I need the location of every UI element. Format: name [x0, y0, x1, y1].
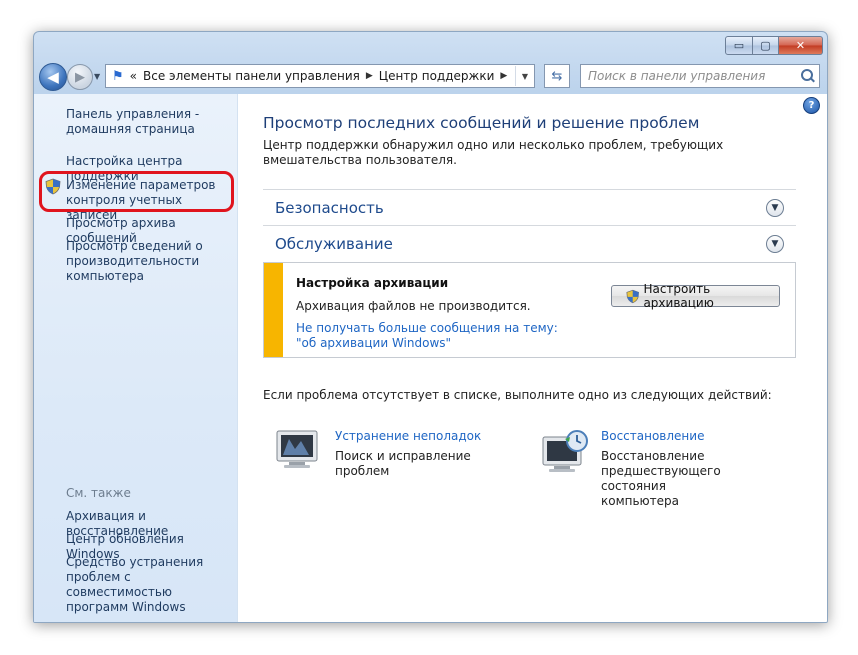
setup-backup-button[interactable]: Настроить архивацию [611, 282, 780, 310]
recovery-description: Восстановление предшествующего состояния… [601, 449, 721, 508]
warning-stripe [264, 263, 283, 357]
refresh-icon: ⇆ [551, 68, 563, 84]
breadcrumb-overflow[interactable]: « [130, 69, 137, 83]
search-box[interactable]: Поиск в панели управления [580, 64, 820, 88]
other-actions-text: Если проблема отсутствует в списке, выпо… [263, 388, 772, 402]
troubleshoot-monitor-icon[interactable] [275, 429, 321, 471]
sidebar-link-compatibility[interactable]: Средство устранения проблем с совместимо… [66, 555, 236, 615]
sidebar-link-performance[interactable]: Просмотр сведений о производительности к… [66, 239, 236, 284]
intro-text: Центр поддержки обнаружил одно или неско… [263, 138, 724, 167]
restore-monitor-clock-icon[interactable] [541, 429, 591, 475]
highlight-annotation [39, 171, 234, 212]
breadcrumb-separator-icon[interactable]: ▶ [366, 71, 373, 81]
chevron-down-icon[interactable]: ▼ [766, 235, 784, 253]
troubleshooting-description: Поиск и исправление проблем [335, 449, 471, 478]
uac-shield-icon [626, 289, 639, 303]
control-panel-window: ▭ ▢ ✕ ◀ ▶ ▼ ⚑ « Все элементы панели упра… [33, 31, 828, 623]
page-title: Просмотр последних сообщений и решение п… [263, 114, 700, 132]
address-dropdown-icon[interactable]: ▼ [515, 66, 534, 86]
search-input[interactable]: Поиск в панели управления [588, 69, 765, 83]
refresh-button[interactable]: ⇆ [544, 64, 570, 88]
backup-message-card: Настройка архивации Архивация файлов не … [263, 262, 796, 358]
section-maintenance[interactable]: Обслуживание ▼ [263, 225, 796, 260]
maximize-button[interactable]: ▢ [753, 36, 779, 55]
control-panel-flag-icon: ⚑ [112, 68, 124, 84]
address-bar[interactable]: ⚑ « Все элементы панели управления ▶ Цен… [105, 64, 535, 88]
arrow-left-icon: ◀ [47, 68, 59, 86]
navigation-bar: ◀ ▶ ▼ ⚑ « Все элементы панели управления… [34, 61, 827, 91]
sidebar-link-home[interactable]: Панель управления - домашняя страница [66, 107, 236, 137]
close-button[interactable]: ✕ [779, 36, 823, 55]
main-panel: Просмотр последних сообщений и решение п… [263, 94, 827, 622]
arrow-right-icon: ▶ [75, 69, 85, 85]
breadcrumb-action-center[interactable]: Центр поддержки [379, 69, 495, 83]
section-security[interactable]: Безопасность ▼ [263, 189, 796, 224]
content-area: Панель управления - домашняя страница На… [34, 94, 827, 622]
recovery-link[interactable]: Восстановление [601, 429, 704, 443]
history-dropdown-icon[interactable]: ▼ [94, 72, 100, 81]
breadcrumb-all-items[interactable]: Все элементы панели управления [143, 69, 360, 83]
forward-button[interactable]: ▶ [67, 64, 93, 90]
message-text: Архивация файлов не производится. [296, 299, 531, 313]
troubleshooting-link[interactable]: Устранение неполадок [335, 429, 481, 443]
minimize-button[interactable]: ▭ [725, 36, 753, 55]
breadcrumb-separator-icon[interactable]: ▶ [500, 71, 507, 81]
sidebar: Панель управления - домашняя страница На… [34, 94, 238, 622]
section-security-title[interactable]: Безопасность [275, 199, 384, 217]
message-title: Настройка архивации [296, 276, 449, 290]
chevron-down-icon[interactable]: ▼ [766, 199, 784, 217]
see-also-heading: См. также [66, 486, 131, 500]
search-icon[interactable] [801, 69, 815, 83]
section-maintenance-title[interactable]: Обслуживание [275, 235, 393, 253]
turn-off-messages-link[interactable]: Не получать больше сообщения на тему: "о… [296, 321, 566, 351]
caption-buttons: ▭ ▢ ✕ [725, 36, 823, 55]
back-button[interactable]: ◀ [39, 63, 67, 91]
setup-backup-label: Настроить архивацию [643, 282, 714, 310]
